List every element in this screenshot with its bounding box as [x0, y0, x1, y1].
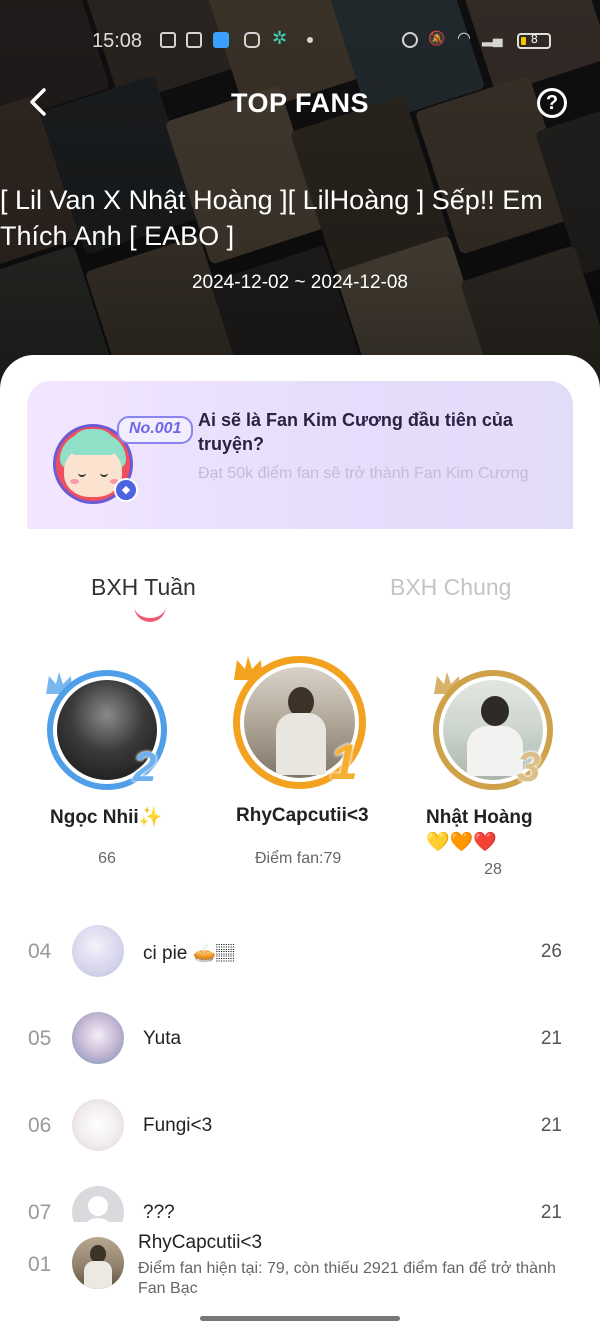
- avatar: [72, 1237, 124, 1289]
- status-bar: 15:08 ✲ 🔕 ◠ ▂▄ 8: [0, 28, 600, 54]
- signal-icon: ▂▄: [482, 30, 503, 46]
- rank-badge-2: 2: [133, 743, 157, 790]
- my-progress-message: Điểm fan hiện tại: 79, còn thiếu 2921 đi…: [138, 1260, 556, 1297]
- alarm-icon: [402, 32, 418, 48]
- home-indicator[interactable]: [200, 1316, 400, 1321]
- podium-points: Điểm fan:79: [255, 850, 342, 867]
- page-title: TOP FANS: [230, 88, 370, 118]
- mute-icon: 🔕: [428, 30, 446, 46]
- podium-name: RhyCapcutii<3: [236, 805, 369, 826]
- podium-name: Nhật Hoàng 💛🧡❤️: [426, 807, 533, 853]
- row-points: 21: [540, 1028, 562, 1049]
- status-time: 15:08: [92, 30, 143, 52]
- podium-name: Ngọc Nhii✨: [50, 807, 163, 828]
- row-rank: 06: [28, 1114, 52, 1137]
- date-range: 2024-12-02 ~ 2024-12-08: [191, 272, 409, 293]
- row-points: 21: [540, 1115, 562, 1136]
- avatar: [72, 925, 124, 977]
- banner-subtitle: Đạt 50k điểm fan sẽ trở thành Fan Kim Cư…: [198, 465, 529, 482]
- row-points: 21: [540, 1202, 562, 1223]
- row-name: Fungi<3: [143, 1115, 213, 1136]
- row-name: ???: [143, 1202, 175, 1223]
- sparkle-icon: ✲: [272, 28, 288, 48]
- avatar: [72, 1012, 124, 1064]
- row-rank: 04: [28, 940, 52, 963]
- row-name: Yuta: [143, 1028, 182, 1049]
- diamond-icon: ◆: [114, 478, 138, 502]
- photo-icon: [160, 32, 176, 48]
- wifi-icon: ◠: [457, 30, 471, 47]
- podium-points: 66: [98, 850, 116, 867]
- row-rank: 05: [28, 1027, 52, 1050]
- row-points: 26: [540, 941, 562, 962]
- my-name: RhyCapcutii<3: [138, 1232, 263, 1253]
- story-title: [ Lil Van X Nhật Hoàng ][ LilHoàng ] Sếp…: [0, 185, 543, 251]
- tab-weekly-ranking[interactable]: BXH Tuần: [91, 574, 196, 601]
- instagram-icon: [244, 32, 260, 48]
- avatar: [72, 1099, 124, 1151]
- help-button[interactable]: ?: [537, 88, 567, 118]
- help-circle-icon: ?: [545, 92, 559, 114]
- dot-icon: [307, 37, 313, 43]
- podium-points: 28: [484, 861, 502, 878]
- no-001-badge: No.001: [117, 416, 194, 444]
- rank-badge-1: 1: [330, 734, 358, 790]
- app-icon: [213, 32, 229, 48]
- battery-icon: 8: [517, 32, 551, 49]
- rank-badge-3: 3: [517, 743, 541, 790]
- tab-overall-ranking[interactable]: BXH Chung: [390, 574, 511, 601]
- row-name: ci pie 🥧🏽: [143, 943, 236, 964]
- my-rank: 01: [28, 1253, 52, 1276]
- banner-question: Ai sẽ là Fan Kim Cương đầu tiên của truy…: [198, 410, 513, 454]
- battery-level: 8: [531, 32, 538, 46]
- store-icon: [186, 32, 202, 48]
